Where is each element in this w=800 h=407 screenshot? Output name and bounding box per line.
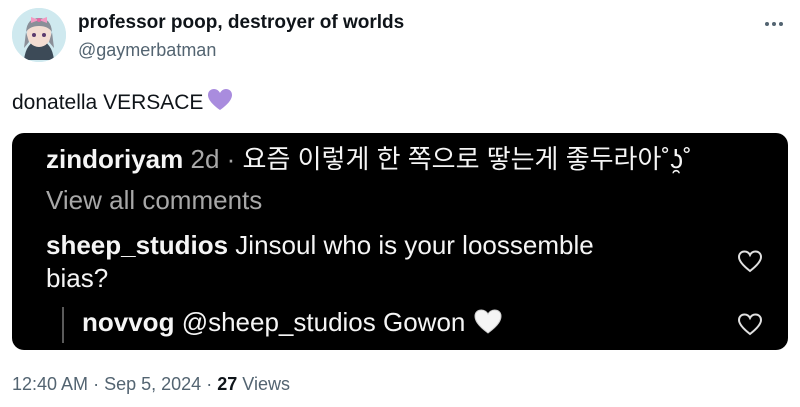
tweet-time[interactable]: 12:40 AM [12, 374, 88, 394]
comment-1-time: 2d [190, 144, 220, 174]
comment-2: sheep_studios Jinsoul who is your loosse… [46, 230, 594, 261]
user-handle[interactable]: @gaymerbatman [78, 40, 216, 61]
views-count: 27 [217, 374, 238, 394]
reply-username: novvog [82, 307, 175, 337]
comment-2-text-line1: Jinsoul who is your loossemble [235, 230, 594, 260]
tweet-date[interactable]: Sep 5, 2024 [104, 374, 201, 394]
comment-1-text: 요즘 이렇게 한 쪽으로 땋는게 좋두라아 [242, 144, 662, 174]
reply-text: @sheep_studios Gowon [181, 307, 466, 337]
views-label: Views [242, 374, 290, 394]
reply-comment: novvog @sheep_studios Gowon [82, 307, 503, 338]
tweet-text-content: donatella VERSACE [12, 91, 204, 114]
comment-2-username: sheep_studios [46, 230, 229, 260]
comment-1-separator: · [226, 144, 236, 174]
white-heart-icon [474, 309, 502, 334]
reply-like-heart-icon [737, 313, 763, 336]
comment-1-username: zindoriyam [46, 144, 184, 174]
more-options-button[interactable] [760, 10, 788, 38]
footer-separator-1: · [93, 374, 100, 394]
footer-separator-2: · [206, 374, 213, 394]
purple-heart-icon [207, 88, 233, 118]
comment-1-emoticon: ˚ʖ̯˚ [661, 144, 692, 174]
avatar-image [12, 8, 66, 62]
comment-2-text-line2: bias? [46, 263, 109, 293]
tweet-text: donatella VERSACE [12, 88, 233, 118]
view-all-comments: View all comments [46, 185, 263, 215]
display-name[interactable]: professor poop, destroyer of worlds [78, 12, 404, 34]
avatar[interactable] [12, 8, 66, 62]
like-heart-icon [737, 250, 763, 273]
media-image[interactable]: zindoriyam 2d · 요즘 이렇게 한 쪽으로 땋는게 좋두라아˚ʖ̯… [12, 133, 788, 350]
tweet-footer: 12:40 AM · Sep 5, 2024 · 27 Views [12, 374, 290, 395]
comment-1: zindoriyam 2d · 요즘 이렇게 한 쪽으로 땋는게 좋두라아˚ʖ̯… [46, 139, 692, 176]
more-icon [765, 22, 783, 26]
reply-thread-line [62, 307, 64, 343]
